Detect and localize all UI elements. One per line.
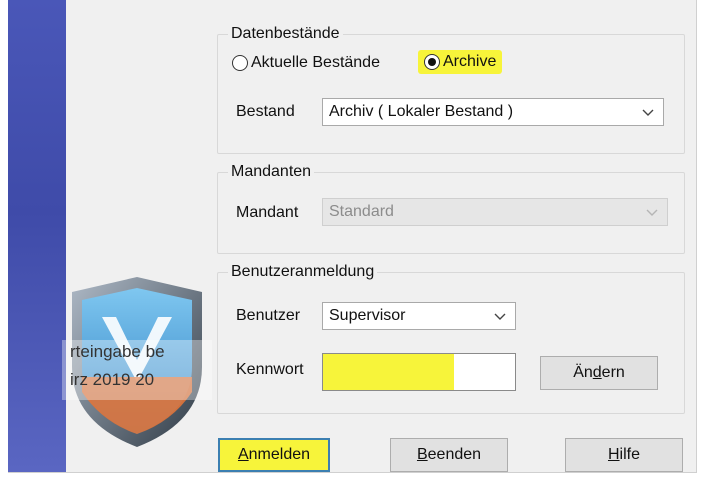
exit-mnemonic: B	[416, 446, 428, 463]
login-rest: nmelden	[248, 446, 311, 463]
chevron-down-icon	[642, 109, 654, 116]
password-field[interactable]	[322, 353, 516, 391]
chevron-down-icon	[646, 209, 658, 216]
change-prefix: Än	[573, 364, 593, 381]
shield-graphic	[62, 277, 212, 447]
user-label: Benutzer	[236, 307, 301, 324]
radio-selected-dot	[428, 58, 436, 66]
client-select-value: Standard	[329, 203, 394, 220]
user-select-value: Supervisor	[329, 307, 406, 324]
client-label: Mandant	[236, 204, 299, 221]
help-mnemonic: H	[607, 446, 620, 463]
login-button[interactable]: Anmelden	[218, 438, 330, 472]
stock-label: Bestand	[236, 103, 295, 120]
logo-text-line1: rteingabe be	[70, 342, 165, 361]
help-button[interactable]: Hilfe	[565, 438, 683, 472]
login-group: Benutzeranmeldung	[217, 262, 685, 414]
radio-archive-label: Archive	[443, 53, 497, 70]
radio-circle-current[interactable]	[232, 55, 248, 71]
radio-current-label: Aktuelle Bestände	[251, 54, 380, 71]
logo-text-line2: irz 2019 20	[70, 370, 155, 389]
exit-rest: eenden	[427, 446, 482, 463]
login-group-title: Benutzeranmeldung	[228, 262, 378, 282]
sidebar-strip	[8, 0, 66, 472]
user-select[interactable]: Supervisor	[322, 302, 516, 330]
login-mnemonic: A	[237, 446, 249, 463]
shield-logo-icon: rteingabe be irz 2019 20	[62, 272, 212, 452]
change-password-button[interactable]: Än d ern	[540, 356, 658, 390]
password-highlight	[323, 354, 454, 390]
change-suffix: ern	[601, 364, 625, 381]
help-rest: ilfe	[619, 446, 640, 463]
client-select: Standard	[322, 198, 668, 226]
client-group-title: Mandanten	[228, 162, 315, 182]
radio-circle-archive[interactable]	[424, 54, 440, 70]
stock-select[interactable]: Archiv ( Lokaler Bestand )	[322, 98, 664, 126]
change-mnemonic: d	[592, 364, 602, 381]
radio-current-stock[interactable]: Aktuelle Bestände	[232, 54, 380, 72]
radio-archive[interactable]: Archive	[418, 50, 503, 74]
data-stock-group-title: Datenbestände	[228, 24, 343, 44]
exit-button[interactable]: Beenden	[390, 438, 508, 472]
chevron-down-icon	[494, 313, 506, 320]
stock-select-value: Archiv ( Lokaler Bestand )	[329, 103, 514, 120]
password-label: Kennwort	[236, 361, 304, 378]
